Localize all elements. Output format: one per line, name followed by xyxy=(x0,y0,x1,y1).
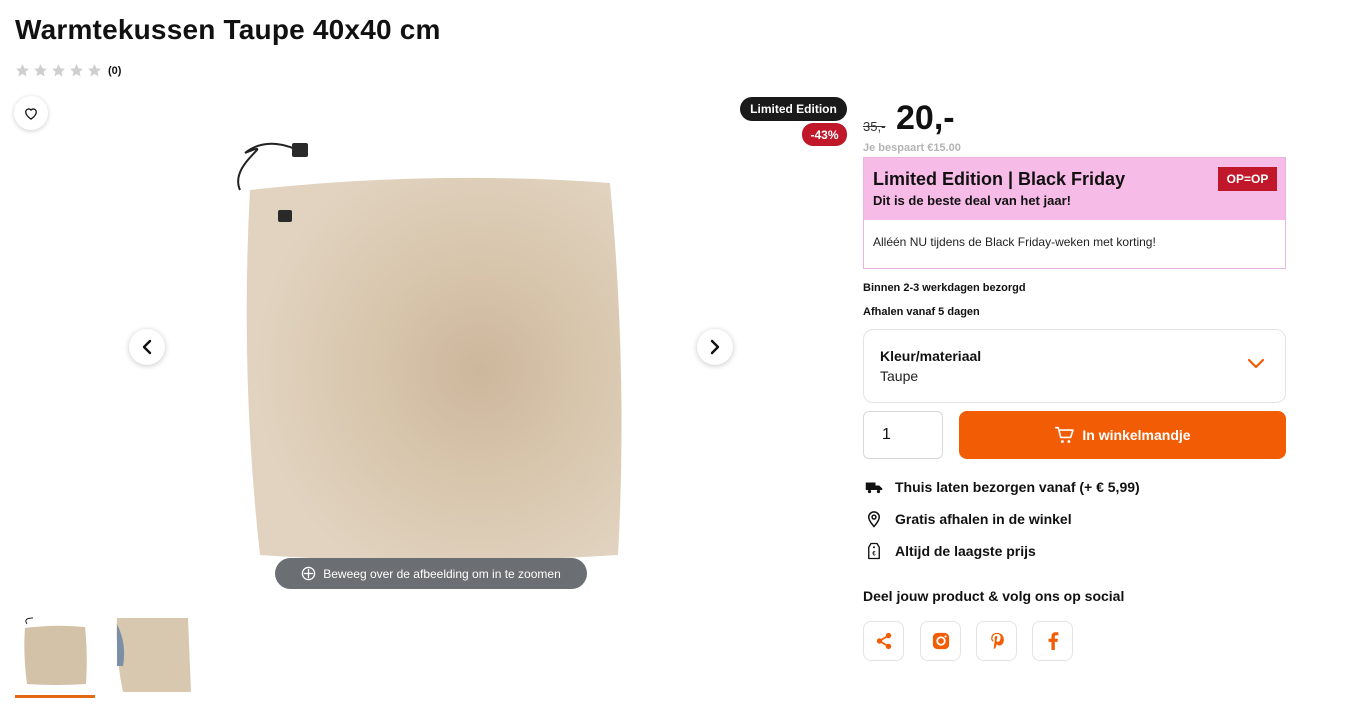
thumbnail-1[interactable] xyxy=(15,614,93,692)
instagram-icon xyxy=(932,632,949,650)
variant-selector[interactable]: Kleur/materiaal Taupe xyxy=(863,329,1286,403)
star-icon xyxy=(16,64,29,77)
add-to-cart-button[interactable]: In winkelmandje xyxy=(959,411,1286,459)
product-gallery[interactable] xyxy=(100,95,760,565)
discount-badge: -43% xyxy=(802,123,847,146)
price-tag-icon: € xyxy=(868,542,880,560)
variant-label: Kleur/materiaal xyxy=(880,348,982,364)
pickup-time: Afhalen vanaf 5 dagen xyxy=(863,306,980,318)
savings-text: Je bespaart €15.00 xyxy=(863,142,961,154)
quantity-input[interactable]: 1 xyxy=(863,411,943,459)
star-icon xyxy=(52,64,65,77)
facebook-icon xyxy=(1048,632,1058,650)
chevron-down-icon xyxy=(1247,358,1265,369)
location-pin-icon xyxy=(867,511,881,528)
previous-image-button[interactable] xyxy=(129,329,165,365)
facebook-button[interactable] xyxy=(1032,621,1073,661)
pinterest-icon xyxy=(990,632,1004,649)
pinterest-button[interactable] xyxy=(976,621,1017,661)
delivery-time: Binnen 2-3 werkdagen bezorgd xyxy=(863,282,1026,294)
chevron-right-icon xyxy=(710,339,720,355)
add-to-cart-label: In winkelmandje xyxy=(1082,427,1191,443)
current-price: 20,- xyxy=(896,99,955,137)
usp-free-pickup: Gratis afhalen in de winkel xyxy=(865,510,1072,528)
thumbnail-image xyxy=(113,614,191,692)
cart-icon xyxy=(1055,426,1075,444)
share-icon xyxy=(876,632,891,650)
thumbnail-2[interactable] xyxy=(113,614,191,692)
truck-icon xyxy=(865,482,883,494)
usp-lowest-price-text: Altijd de laagste prijs xyxy=(895,543,1036,559)
next-image-button[interactable] xyxy=(697,329,733,365)
product-title: Warmtekussen Taupe 40x40 cm xyxy=(15,14,441,45)
promo-body: Alléén NU tijdens de Black Friday-weken … xyxy=(873,235,1156,249)
star-icon xyxy=(70,64,83,77)
instagram-button[interactable] xyxy=(920,621,961,661)
usp-home-delivery-text: Thuis laten bezorgen vanaf (+ € 5,99) xyxy=(895,479,1140,495)
thumbnail-image xyxy=(24,617,87,685)
star-icon xyxy=(88,64,101,77)
promo-box: Limited Edition | Black Friday Dit is de… xyxy=(863,157,1286,269)
usp-home-delivery: Thuis laten bezorgen vanaf (+ € 5,99) xyxy=(865,478,1140,496)
active-thumbnail-indicator xyxy=(15,695,95,698)
usp-lowest-price: € Altijd de laagste prijs xyxy=(865,542,1036,560)
op-op-badge: OP=OP xyxy=(1218,167,1277,191)
chevron-left-icon xyxy=(142,339,152,355)
star-icon xyxy=(34,64,47,77)
rating[interactable]: (0) xyxy=(15,63,121,78)
zoom-hint: Beweeg over de afbeelding om in te zoome… xyxy=(275,558,587,589)
old-price: 35,- xyxy=(863,119,886,134)
share-button[interactable] xyxy=(863,621,904,661)
promo-header: Limited Edition | Black Friday Dit is de… xyxy=(864,158,1285,220)
variant-value: Taupe xyxy=(880,368,919,384)
usp-free-pickup-text: Gratis afhalen in de winkel xyxy=(895,511,1072,527)
rating-count: (0) xyxy=(108,64,122,77)
wishlist-button[interactable] xyxy=(14,96,48,130)
limited-edition-badge: Limited Edition xyxy=(740,97,847,121)
promo-subtitle: Dit is de beste deal van het jaar! xyxy=(873,193,1071,208)
social-title: Deel jouw product & volg ons op social xyxy=(863,588,1125,604)
zoom-crosshair-icon xyxy=(302,566,316,581)
svg-text:€: € xyxy=(872,552,876,558)
heart-icon xyxy=(25,107,37,120)
product-image xyxy=(237,142,622,561)
zoom-hint-text: Beweeg over de afbeelding om in te zoome… xyxy=(323,566,561,581)
